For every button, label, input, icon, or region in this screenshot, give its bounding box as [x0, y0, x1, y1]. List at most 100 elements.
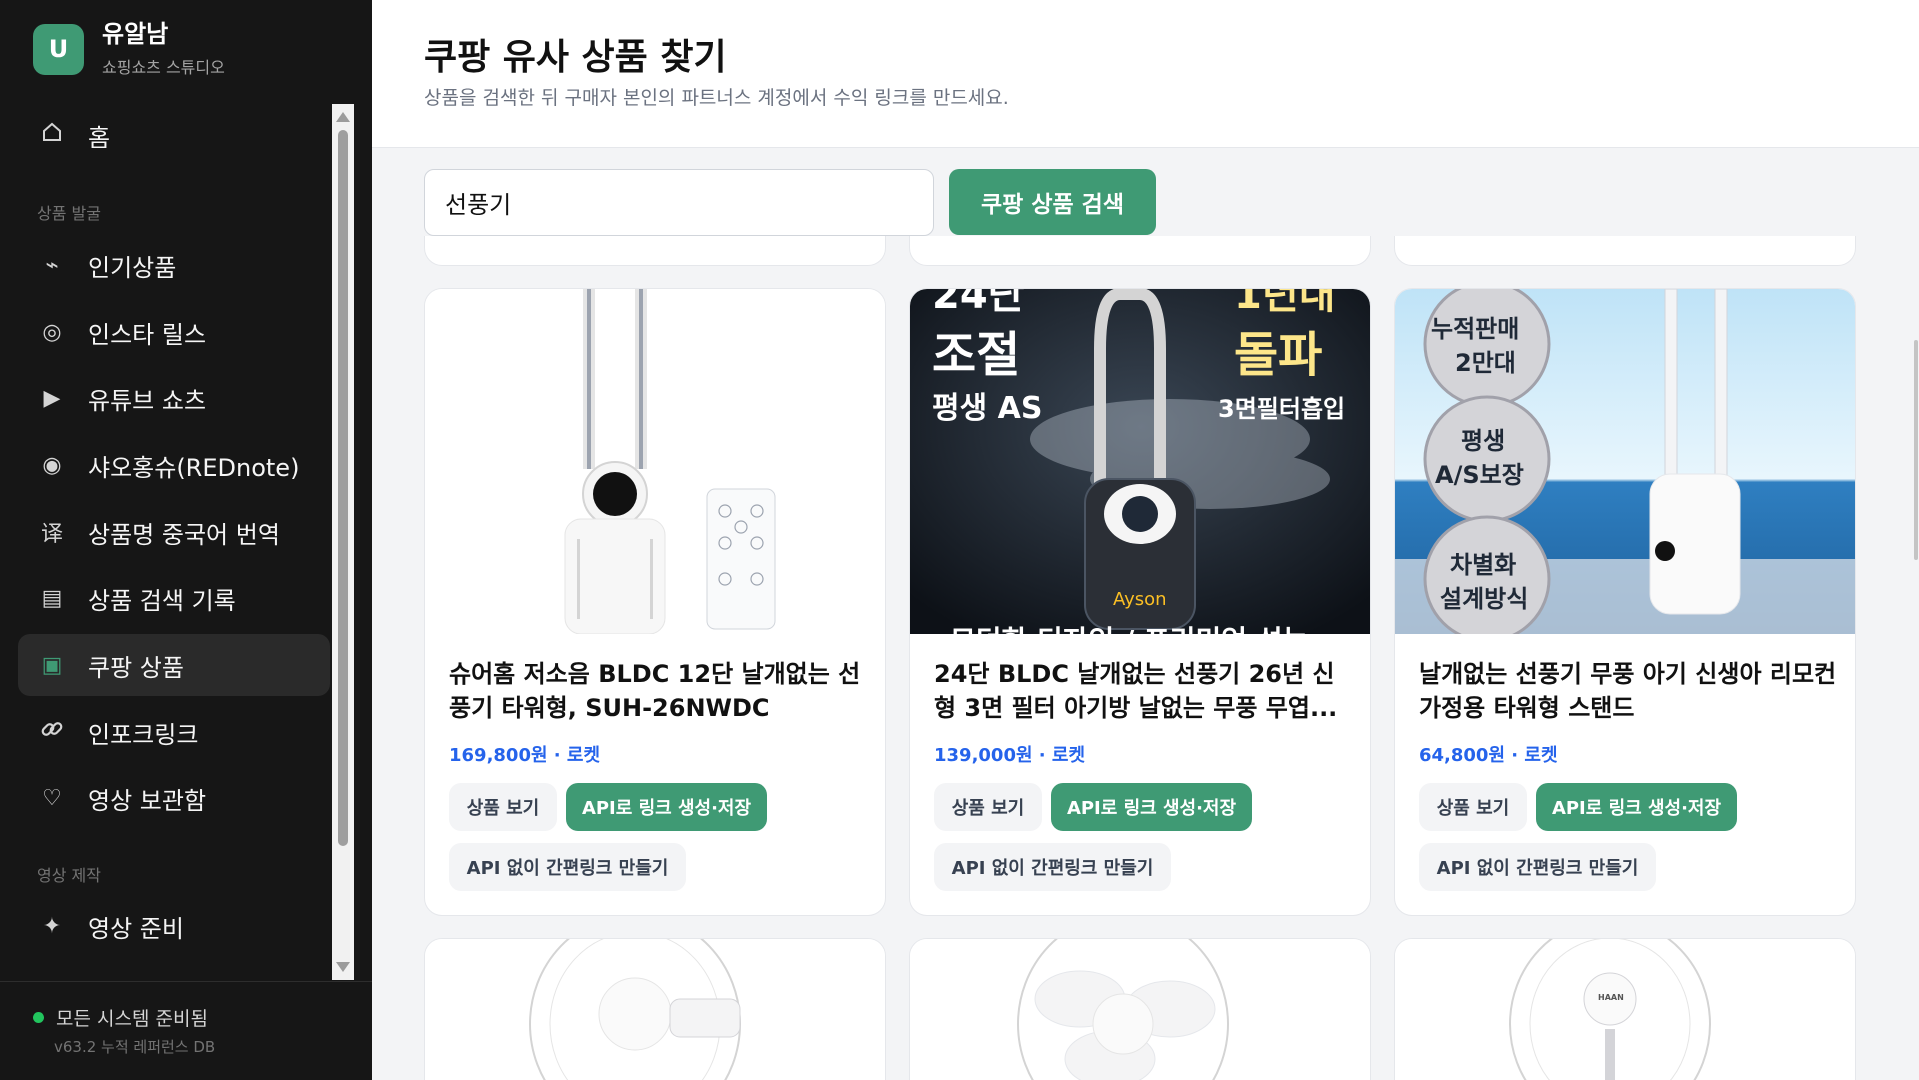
api-link-button[interactable]: API로 링크 생성·저장	[1536, 783, 1737, 831]
sidebar-item-label: 인기상품	[88, 253, 177, 282]
sidebar-scrollbar[interactable]	[332, 104, 354, 980]
sidebar-divider	[0, 981, 372, 982]
sidebar-item-infolink[interactable]: 인포크링크	[18, 701, 330, 763]
page-subtitle: 상품을 검색한 뒤 구매자 본인의 파트너스 계정에서 수익 링크를 만드세요.	[424, 87, 1009, 109]
sidebar-item-instagram[interactable]: ◎ 인스타 릴스	[18, 301, 330, 363]
product-price: 169,800원 · 로켓	[449, 745, 601, 766]
list-icon: ▤	[41, 585, 63, 611]
product-card: 슈어홈 저소음 BLDC 12단 날개없는 선풍기 타워형, SUH-26NWD…	[424, 288, 886, 916]
product-card: 24단 조절 평생 AS 1년내 돌파 3면필터흡입 Ayson 모던한 디자인…	[909, 288, 1371, 916]
sidebar-item-home[interactable]: 홈	[18, 104, 330, 166]
product-card-stub	[1394, 236, 1856, 266]
view-product-button[interactable]: 상품 보기	[934, 783, 1042, 831]
section-label-discovery: 상품 발굴	[37, 204, 101, 223]
page-title: 쿠팡 유사 상품 찾기	[424, 37, 727, 78]
badge-text: 차별화	[1450, 551, 1517, 579]
box-icon: ▣	[41, 652, 63, 678]
translate-icon: 译	[40, 522, 63, 547]
simple-link-button[interactable]: API 없이 간편링크 만들기	[934, 843, 1171, 891]
image-text-bottom: 모던한 디자인 / 프리미엄 성능	[950, 619, 1308, 634]
image-text-right3: 3면필터흡입	[1218, 395, 1346, 423]
image-text-right: 1년내	[1234, 289, 1336, 318]
product-image	[1395, 939, 1855, 1080]
sidebar-item-video-prep[interactable]: ✦ 영상 준비	[18, 895, 330, 957]
page-header: 쿠팡 유사 상품 찾기 상품을 검색한 뒤 구매자 본인의 파트너스 계정에서 …	[372, 0, 1919, 148]
product-card-stub	[424, 236, 886, 266]
sidebar-item-rednote[interactable]: ◉ 샤오홍슈(REDnote)	[18, 434, 330, 496]
badge-text: 2만대	[1455, 349, 1516, 377]
version-text: v63.2 누적 레퍼런스 DB	[54, 1038, 216, 1056]
scroll-up-arrow-icon[interactable]	[336, 112, 350, 122]
record-icon: ◉	[42, 452, 62, 478]
product-title[interactable]: 슈어홈 저소음 BLDC 12단 날개없는 선풍기 타워형, SUH-26NWD…	[449, 657, 869, 725]
sidebar-item-trending[interactable]: ⌁ 인기상품	[18, 234, 330, 296]
sidebar-nav: 홈 상품 발굴 ⌁ 인기상품 ◎ 인스타 릴스 ▶ 유튜브 쇼츠 ◉ 샤오홍슈(…	[0, 104, 332, 980]
view-product-button[interactable]: 상품 보기	[1419, 783, 1527, 831]
sidebar-item-label: 샤오홍슈(REDnote)	[88, 453, 300, 482]
badge-text: 누적판매	[1431, 315, 1520, 343]
status-text: 모든 시스템 준비됨	[56, 1008, 208, 1030]
product-title[interactable]: 날개없는 선풍기 무풍 아기 신생아 리모컨 가정용 타워형 스탠드	[1419, 657, 1839, 725]
heart-icon: ♡	[42, 785, 62, 811]
sidebar: U 유알남 쇼핑쇼츠 스튜디오 홈 상품 발굴 ⌁ 인기상품 ◎ 인스타 릴스 …	[0, 0, 372, 1080]
page-scrollbar[interactable]	[1914, 340, 1918, 560]
badge-text: A/S보장	[1435, 461, 1524, 489]
product-image[interactable]: 누적판매 2만대 평생 A/S보장 차별화 설계방식	[1395, 289, 1855, 634]
search-input[interactable]: 선풍기	[424, 169, 934, 236]
system-status: 모든 시스템 준비됨	[33, 1004, 208, 1031]
image-text-brand: Ayson	[1113, 589, 1167, 610]
sidebar-item-label: 영상 준비	[88, 914, 184, 943]
home-icon	[38, 121, 66, 149]
sidebar-item-youtube[interactable]: ▶ 유튜브 쇼츠	[18, 367, 330, 429]
sparkle-icon: ✦	[42, 913, 62, 939]
coupang-search-button[interactable]: 쿠팡 상품 검색	[949, 169, 1156, 235]
section-label-production: 영상 제작	[37, 866, 101, 885]
product-image[interactable]: 24단 조절 평생 AS 1년내 돌파 3면필터흡입 Ayson 모던한 디자인…	[910, 289, 1370, 634]
sidebar-item-label: 인스타 릴스	[88, 320, 207, 349]
product-card[interactable]: HAAN	[1394, 938, 1856, 1080]
badge-text: 평생	[1461, 427, 1506, 455]
product-image	[910, 939, 1370, 1080]
api-link-button[interactable]: API로 링크 생성·저장	[1051, 783, 1252, 831]
trending-icon: ⌁	[45, 252, 59, 278]
sidebar-item-translate[interactable]: 译 상품명 중국어 번역	[18, 501, 330, 563]
image-text-left: 조절	[932, 327, 1021, 383]
link-icon	[38, 717, 66, 747]
product-card-stub	[909, 236, 1371, 266]
image-text-right2: 돌파	[1234, 327, 1323, 383]
view-product-button[interactable]: 상품 보기	[449, 783, 557, 831]
product-image[interactable]	[425, 289, 885, 634]
sidebar-item-label: 홈	[88, 123, 111, 152]
product-price: 64,800원 · 로켓	[1419, 745, 1558, 766]
image-text-top-left: 24단	[932, 289, 1025, 318]
brand[interactable]: U 유알남 쇼핑쇼츠 스튜디오	[33, 20, 225, 78]
sidebar-item-search-history[interactable]: ▤ 상품 검색 기록	[18, 567, 330, 629]
product-card[interactable]	[424, 938, 886, 1080]
scroll-down-arrow-icon[interactable]	[336, 962, 350, 972]
sidebar-item-coupang[interactable]: ▣ 쿠팡 상품	[18, 634, 330, 696]
sidebar-item-label: 상품 검색 기록	[88, 586, 236, 615]
sidebar-item-label: 영상 보관함	[88, 786, 207, 815]
play-icon: ▶	[43, 385, 61, 411]
product-price: 139,000원 · 로켓	[934, 745, 1086, 766]
badge-text: 설계방식	[1440, 585, 1529, 613]
simple-link-button[interactable]: API 없이 간편링크 만들기	[449, 843, 686, 891]
product-title[interactable]: 24단 BLDC 날개없는 선풍기 26년 신형 3면 필터 아기방 날없는 무…	[934, 657, 1354, 725]
brand-logo: U	[33, 23, 84, 75]
main-content: 쿠팡 유사 상품 찾기 상품을 검색한 뒤 구매자 본인의 파트너스 계정에서 …	[372, 0, 1919, 1080]
sidebar-item-label: 상품명 중국어 번역	[88, 520, 280, 549]
brand-subtitle: 쇼핑쇼츠 스튜디오	[102, 58, 225, 77]
sidebar-item-video-archive[interactable]: ♡ 영상 보관함	[18, 767, 330, 829]
instagram-icon: ◎	[42, 319, 62, 345]
fan-brand-label: HAAN	[1598, 993, 1624, 1002]
product-card: 누적판매 2만대 평생 A/S보장 차별화 설계방식 날개없는 선풍기 무풍 아…	[1394, 288, 1856, 916]
scroll-thumb[interactable]	[338, 130, 348, 846]
status-dot-icon	[33, 1012, 44, 1023]
simple-link-button[interactable]: API 없이 간편링크 만들기	[1419, 843, 1656, 891]
image-text-left2: 평생 AS	[932, 391, 1043, 426]
product-card[interactable]	[909, 938, 1371, 1080]
sidebar-item-label: 쿠팡 상품	[88, 653, 184, 682]
sidebar-item-label: 인포크링크	[88, 720, 199, 749]
sidebar-item-label: 유튜브 쇼츠	[88, 386, 207, 415]
api-link-button[interactable]: API로 링크 생성·저장	[566, 783, 767, 831]
